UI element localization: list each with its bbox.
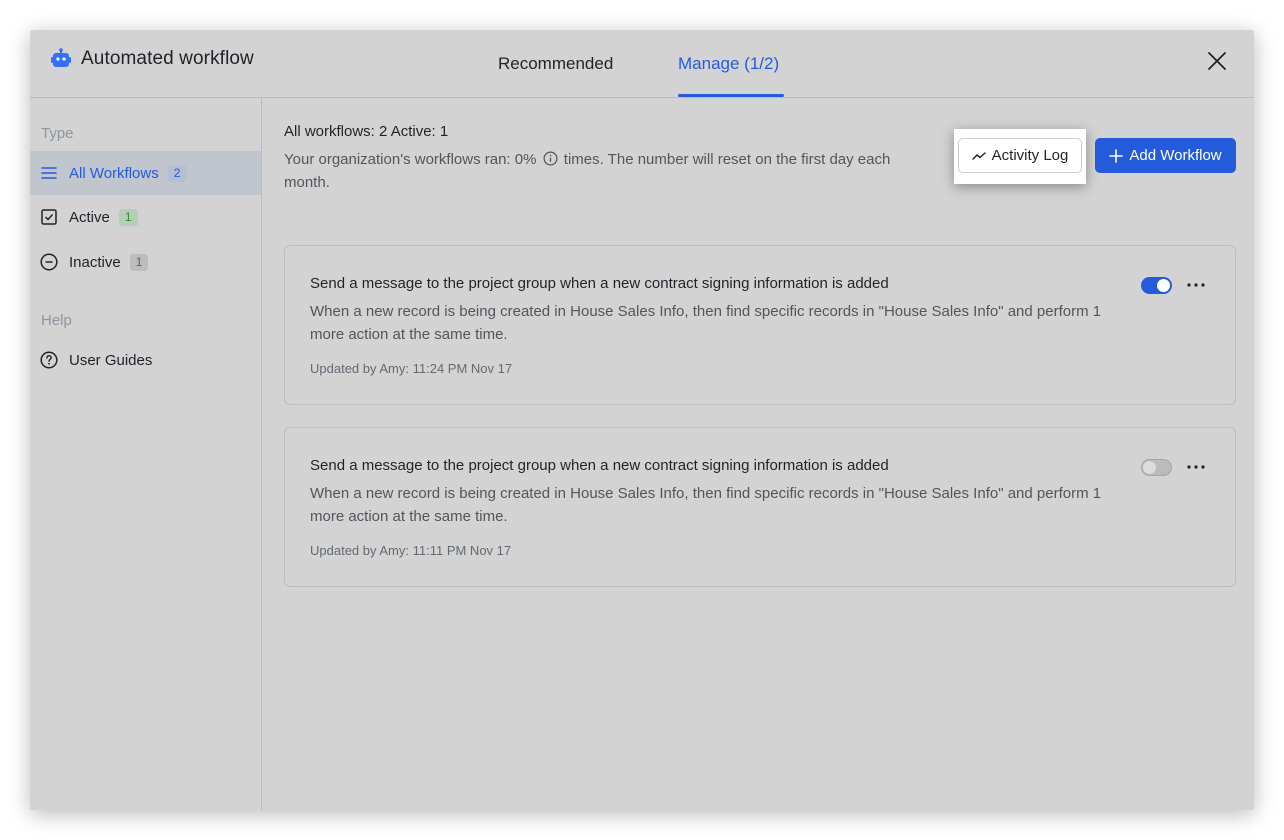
dialog-header: Automated workflow Recommended Manage (1… [30, 30, 1254, 98]
active-tab-indicator [678, 94, 784, 97]
more-icon[interactable] [1185, 458, 1207, 476]
workflow-card[interactable]: Send a message to the project group when… [284, 427, 1236, 587]
toggle-knob [1157, 279, 1170, 292]
plus-icon [1109, 148, 1124, 163]
activity-log-highlight: Activity Log [954, 129, 1086, 184]
sidebar-item-active[interactable]: Active 1 [30, 195, 261, 239]
robot-icon [51, 48, 71, 67]
sidebar-item-user-guides[interactable]: User Guides [30, 338, 261, 382]
minus-circle-icon [40, 253, 58, 271]
usage-note: Your organization's workflows ran: 0% ti… [284, 148, 934, 194]
sidebar-item-label: User Guides [69, 351, 153, 369]
toggle-knob [1143, 461, 1156, 474]
add-workflow-label: Add Workflow [1129, 147, 1222, 164]
workflow-dialog: Automated workflow Recommended Manage (1… [30, 30, 1254, 810]
more-icon[interactable] [1185, 276, 1207, 294]
main-panel: All workflows: 2 Active: 1 Your organiza… [262, 98, 1254, 810]
sidebar: Type All Workflows 2 Active 1 Inactive 1… [30, 98, 262, 810]
sidebar-item-all-workflows[interactable]: All Workflows 2 [30, 151, 261, 195]
info-icon[interactable] [543, 151, 558, 166]
dialog-title: Automated workflow [81, 48, 254, 69]
workflow-updated: Updated by Amy: 11:11 PM Nov 17 [310, 543, 512, 558]
app-title: Automated workflow [50, 48, 254, 70]
workflow-enabled-toggle[interactable] [1141, 459, 1172, 476]
workflow-summary: All workflows: 2 Active: 1 [284, 123, 449, 140]
sidebar-item-label: All Workflows [69, 164, 159, 182]
add-workflow-button[interactable]: Add Workflow [1095, 138, 1236, 173]
workflow-title: Send a message to the project group when… [310, 457, 889, 474]
sidebar-item-label: Active [69, 208, 110, 226]
workflow-description: When a new record is being created in Ho… [310, 303, 1102, 343]
count-badge: 1 [118, 208, 138, 226]
sidebar-item-label: Inactive [69, 253, 121, 271]
tab-recommended[interactable]: Recommended [498, 54, 613, 74]
workflow-description: When a new record is being created in Ho… [310, 485, 1102, 525]
count-badge: 2 [167, 164, 187, 182]
sidebar-section-type: Type [41, 125, 74, 142]
close-icon[interactable] [1206, 50, 1228, 72]
workflow-enabled-toggle[interactable] [1141, 277, 1172, 294]
workflow-card[interactable]: Send a message to the project group when… [284, 245, 1236, 405]
sidebar-item-inactive[interactable]: Inactive 1 [30, 240, 261, 284]
list-icon [40, 164, 58, 182]
tab-manage[interactable]: Manage (1/2) [678, 54, 779, 74]
activity-log-button[interactable]: Activity Log [958, 138, 1082, 173]
checkbox-icon [40, 208, 58, 226]
question-circle-icon [40, 351, 58, 369]
workflow-updated: Updated by Amy: 11:24 PM Nov 17 [310, 361, 513, 376]
sidebar-section-help: Help [41, 312, 72, 329]
activity-log-label: Activity Log [991, 147, 1069, 164]
usage-note-text: Your organization's workflows ran: 0% [284, 151, 537, 168]
workflow-title: Send a message to the project group when… [310, 275, 889, 292]
trend-icon [971, 151, 986, 160]
count-badge: 1 [129, 253, 149, 271]
